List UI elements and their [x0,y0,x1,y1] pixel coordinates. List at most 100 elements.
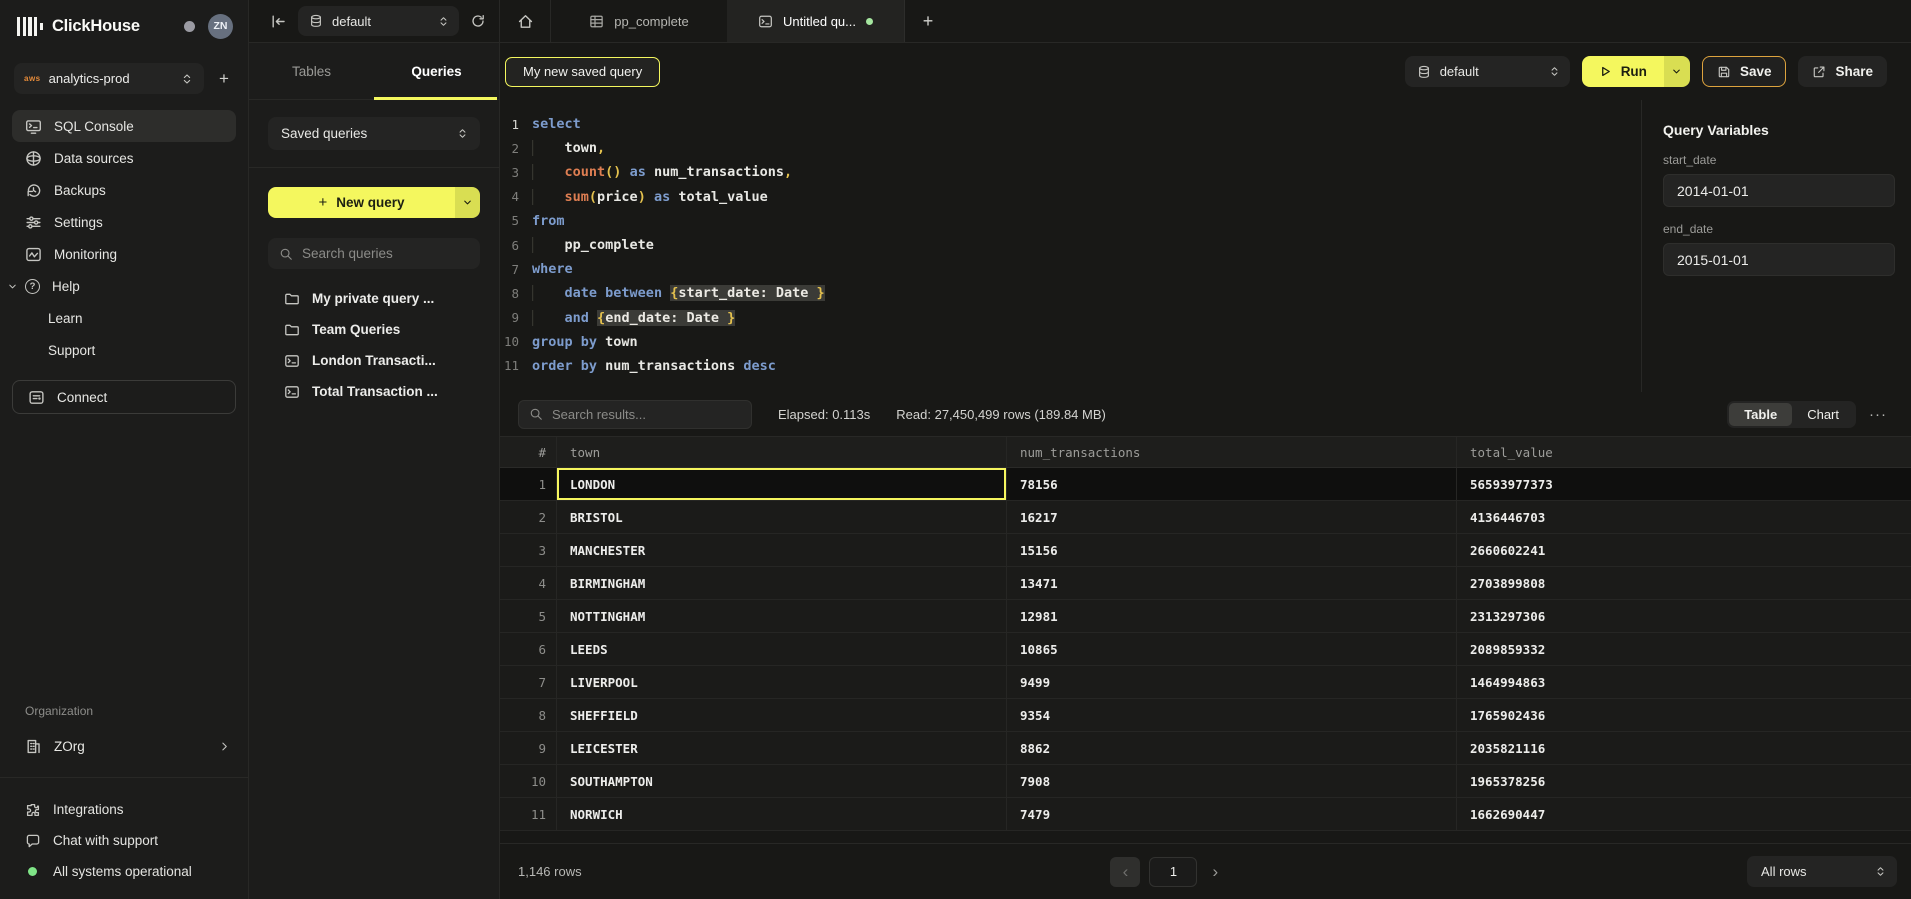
clickhouse-logo-icon [17,17,43,36]
data-cell[interactable]: 9499 [1007,666,1457,698]
code-line[interactable]: 6 pp_complete [500,233,1641,257]
saved-query-item[interactable]: London Transacti... [268,345,480,376]
data-cell[interactable]: BIRMINGHAM [557,567,1007,599]
new-tab-button[interactable]: + [905,0,951,42]
data-cell[interactable]: 2313297306 [1457,600,1911,632]
new-query-button[interactable]: + New query [268,187,455,218]
data-cell[interactable]: 16217 [1007,501,1457,533]
refresh-icon[interactable] [470,13,486,29]
sidebar-item-help[interactable]: ? Help [12,270,236,302]
start-date-input[interactable]: 2014-01-01 [1663,174,1895,207]
data-cell[interactable]: 9354 [1007,699,1457,731]
code-line[interactable]: 1select [500,112,1641,136]
query-filter-select[interactable]: Saved queries [268,117,480,150]
data-cell[interactable]: LIVERPOOL [557,666,1007,698]
data-cell[interactable]: SHEFFIELD [557,699,1007,731]
data-cell[interactable]: SOUTHAMPTON [557,765,1007,797]
column-header[interactable]: total_value [1457,437,1911,467]
data-cell[interactable]: 7908 [1007,765,1457,797]
sidebar-item-backups[interactable]: Backups [12,174,236,206]
code-line[interactable]: 8 date between {start_date: Date } [500,281,1641,305]
service-selector[interactable]: aws analytics-prod [14,63,204,94]
collapse-sidebar-icon[interactable] [270,13,287,30]
data-cell[interactable]: LONDON [557,468,1007,500]
data-cell[interactable]: NOTTINGHAM [557,600,1007,632]
code-line[interactable]: 11order by num_transactions desc [500,354,1641,378]
sidebar-item-learn[interactable]: Learn [12,302,236,334]
current-page-input[interactable]: 1 [1149,857,1197,887]
column-header[interactable]: # [500,437,557,467]
data-cell[interactable]: MANCHESTER [557,534,1007,566]
query-folder-item[interactable]: Team Queries [268,314,480,345]
user-avatar[interactable]: ZN [208,14,233,39]
code-line[interactable]: 4 sum(price) as total_value [500,185,1641,209]
add-service-button[interactable]: + [213,69,235,89]
data-cell[interactable]: 1765902436 [1457,699,1911,731]
search-queries-input[interactable]: Search queries [268,238,480,269]
code-line[interactable]: 7where [500,257,1641,281]
data-cell[interactable]: BRISTOL [557,501,1007,533]
home-button[interactable] [500,0,551,42]
data-cell[interactable]: 1662690447 [1457,798,1911,830]
data-cell[interactable]: 10865 [1007,633,1457,665]
sidebar-item-sql-console[interactable]: SQL Console [12,110,236,142]
code-line[interactable]: 3 count() as num_transactions, [500,160,1641,184]
sidebar-item-data-sources[interactable]: Data sources [12,142,236,174]
tab-untitled-query[interactable]: Untitled qu... [727,0,905,42]
data-cell[interactable]: 13471 [1007,567,1457,599]
data-cell[interactable]: 78156 [1007,468,1457,500]
column-header[interactable]: town [557,437,1007,467]
page-size-select[interactable]: All rows [1747,856,1897,887]
code-line[interactable]: 9 and {end_date: Date } [500,306,1641,330]
tab-tables[interactable]: Tables [249,43,374,99]
data-cell[interactable]: 2703899808 [1457,567,1911,599]
view-tab-chart[interactable]: Chart [1792,403,1854,426]
run-button[interactable]: Run [1582,56,1664,87]
system-status-link[interactable]: All systems operational [0,856,248,887]
data-cell[interactable]: LEEDS [557,633,1007,665]
organization-switcher[interactable]: ZOrg [0,729,248,763]
notification-dot-icon[interactable] [184,21,195,32]
view-tab-table[interactable]: Table [1729,403,1792,426]
new-query-menu-button[interactable] [455,187,480,218]
data-cell[interactable]: 12981 [1007,600,1457,632]
saved-query-name-tab[interactable]: My new saved query [505,57,660,87]
sidebar-item-settings[interactable]: Settings [12,206,236,238]
save-button[interactable]: Save [1702,56,1787,87]
code-line[interactable]: 2 town, [500,136,1641,160]
run-database-selector[interactable]: default [1405,56,1570,87]
more-options-button[interactable]: ··· [1869,406,1887,423]
data-cell[interactable]: 1464994863 [1457,666,1911,698]
data-cell[interactable]: 2660602241 [1457,534,1911,566]
sidebar-item-monitoring[interactable]: Monitoring [12,238,236,270]
query-folder-item[interactable]: My private query ... [268,283,480,314]
data-cell[interactable]: 1965378256 [1457,765,1911,797]
next-page-button[interactable]: › [1212,862,1218,882]
data-cell[interactable]: 2089859332 [1457,633,1911,665]
code-line[interactable]: 10group by town [500,330,1641,354]
data-cell[interactable]: NORWICH [557,798,1007,830]
share-button[interactable]: Share [1798,56,1887,87]
integrations-link[interactable]: Integrations [0,794,248,825]
column-header[interactable]: num_transactions [1007,437,1457,467]
data-cell[interactable]: 4136446703 [1457,501,1911,533]
data-cell[interactable]: 7479 [1007,798,1457,830]
data-cell[interactable]: 56593977373 [1457,468,1911,500]
database-selector[interactable]: default [298,6,459,36]
tab-pp-complete[interactable]: pp_complete [551,0,727,42]
sql-editor[interactable]: 1select2 town,3 count() as num_transacti… [500,100,1641,392]
data-cell[interactable]: 8862 [1007,732,1457,764]
data-cell[interactable]: 2035821116 [1457,732,1911,764]
saved-query-item[interactable]: Total Transaction ... [268,376,480,407]
sidebar-item-support[interactable]: Support [12,334,236,366]
run-options-button[interactable] [1664,56,1690,87]
end-date-input[interactable]: 2015-01-01 [1663,243,1895,276]
chat-support-link[interactable]: Chat with support [0,825,248,856]
data-cell[interactable]: 15156 [1007,534,1457,566]
tab-queries[interactable]: Queries [374,43,499,99]
connect-button[interactable]: Connect [12,380,236,414]
code-line[interactable]: 5from [500,209,1641,233]
data-cell[interactable]: LEICESTER [557,732,1007,764]
search-results-input[interactable]: Search results... [518,400,752,429]
prev-page-button[interactable]: ‹ [1110,857,1140,887]
